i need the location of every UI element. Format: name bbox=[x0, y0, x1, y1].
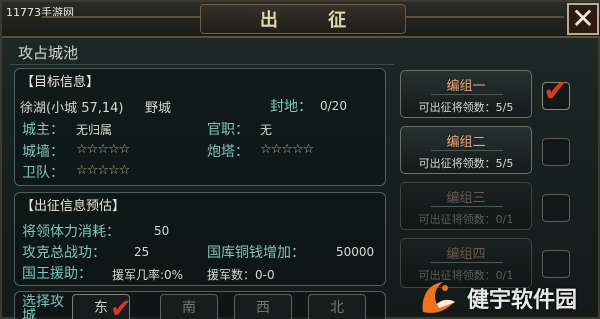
close-icon: ✕ bbox=[571, 2, 595, 35]
tower-label: 炮塔： bbox=[207, 144, 249, 160]
group-3-checkbox[interactable] bbox=[542, 194, 570, 222]
guard-label: 卫队： bbox=[22, 165, 64, 181]
group-count: 可出征将领数：5/5 bbox=[418, 157, 514, 170]
direction-option-south[interactable]: 南 bbox=[160, 294, 218, 319]
merit-value: 25 bbox=[134, 245, 150, 259]
close-button[interactable]: ✕ bbox=[567, 3, 599, 35]
group-divider bbox=[431, 94, 503, 95]
target-info-panel: 【目标信息】 bbox=[14, 68, 386, 186]
group-button-3[interactable]: 编组三 可出征将领数：0/1 bbox=[400, 182, 532, 230]
rank-label: 官职： bbox=[207, 122, 249, 138]
title-plate: 出 征 bbox=[200, 4, 406, 34]
group-count: 可出征将领数：5/5 bbox=[418, 101, 514, 114]
window-title: 出 征 bbox=[259, 10, 369, 31]
group-name: 编组三 bbox=[446, 191, 486, 206]
expedition-window: 11773手游网 出 征 ✕ 攻占城池 【目标信息】 徐湖(小城 57,14) … bbox=[0, 0, 600, 319]
direction-check-icon: ✔ bbox=[110, 294, 132, 319]
target-info-header: 【目标信息】 bbox=[21, 75, 100, 90]
aid-rate: 援军几率:0% bbox=[112, 268, 184, 282]
section-divider bbox=[10, 64, 394, 65]
section-title: 攻占城池 bbox=[18, 44, 79, 62]
checkmark-icon: ✔ bbox=[543, 74, 569, 109]
group-divider bbox=[431, 262, 503, 263]
wall-label: 城墙： bbox=[22, 144, 64, 160]
direction-option-north[interactable]: 北 bbox=[308, 294, 366, 319]
guard-stars: ☆☆☆☆☆ bbox=[76, 163, 130, 178]
group-divider bbox=[431, 206, 503, 207]
stamina-label: 将领体力消耗： bbox=[22, 224, 120, 240]
estimate-header: 【出征信息预估】 bbox=[21, 199, 126, 214]
watermark-logo: 健宇软件园 bbox=[417, 274, 600, 319]
group-name: 编组二 bbox=[446, 135, 486, 150]
copper-label: 国库铜钱增加： bbox=[207, 245, 305, 261]
group-2-checkbox[interactable] bbox=[542, 138, 570, 166]
group-1-checkbox[interactable]: ✔ bbox=[542, 77, 570, 110]
direction-option-west[interactable]: 西 bbox=[234, 294, 292, 319]
title-bar: 11773手游网 出 征 ✕ bbox=[2, 2, 600, 38]
group-count: 可出征将领数：0/1 bbox=[418, 213, 514, 226]
wall-stars: ☆☆☆☆☆ bbox=[76, 142, 130, 157]
target-type: 野城 bbox=[145, 101, 172, 116]
fief-label: 封地： bbox=[270, 99, 312, 115]
group-name: 编组四 bbox=[446, 247, 486, 262]
lord-label: 城主： bbox=[22, 122, 64, 138]
group-button-1[interactable]: 编组一 可出征将领数：5/5 bbox=[400, 70, 532, 118]
logo-text: 健宇软件园 bbox=[467, 287, 578, 313]
title-ornament-left bbox=[42, 16, 202, 18]
group-button-2[interactable]: 编组二 可出征将领数：5/5 bbox=[400, 126, 532, 174]
target-location: 徐湖(小城 57,14) bbox=[20, 101, 124, 116]
aid-count: 援军数：0-0 bbox=[207, 268, 275, 282]
group-divider bbox=[431, 150, 503, 151]
title-ornament-right bbox=[404, 16, 564, 18]
stamina-value: 50 bbox=[154, 224, 170, 238]
lord-value: 无归属 bbox=[76, 123, 113, 137]
direction-label: 选择攻城 bbox=[22, 294, 64, 319]
copper-value: 50000 bbox=[336, 245, 375, 259]
aid-label: 国王援助： bbox=[22, 266, 92, 282]
merit-label: 攻克总战功： bbox=[22, 245, 106, 261]
group-name: 编组一 bbox=[446, 79, 486, 94]
rank-value: 无 bbox=[260, 123, 273, 137]
fief-value: 0/20 bbox=[320, 99, 347, 113]
fox-logo-icon bbox=[422, 281, 455, 313]
tower-stars: ☆☆☆☆☆ bbox=[260, 142, 314, 157]
